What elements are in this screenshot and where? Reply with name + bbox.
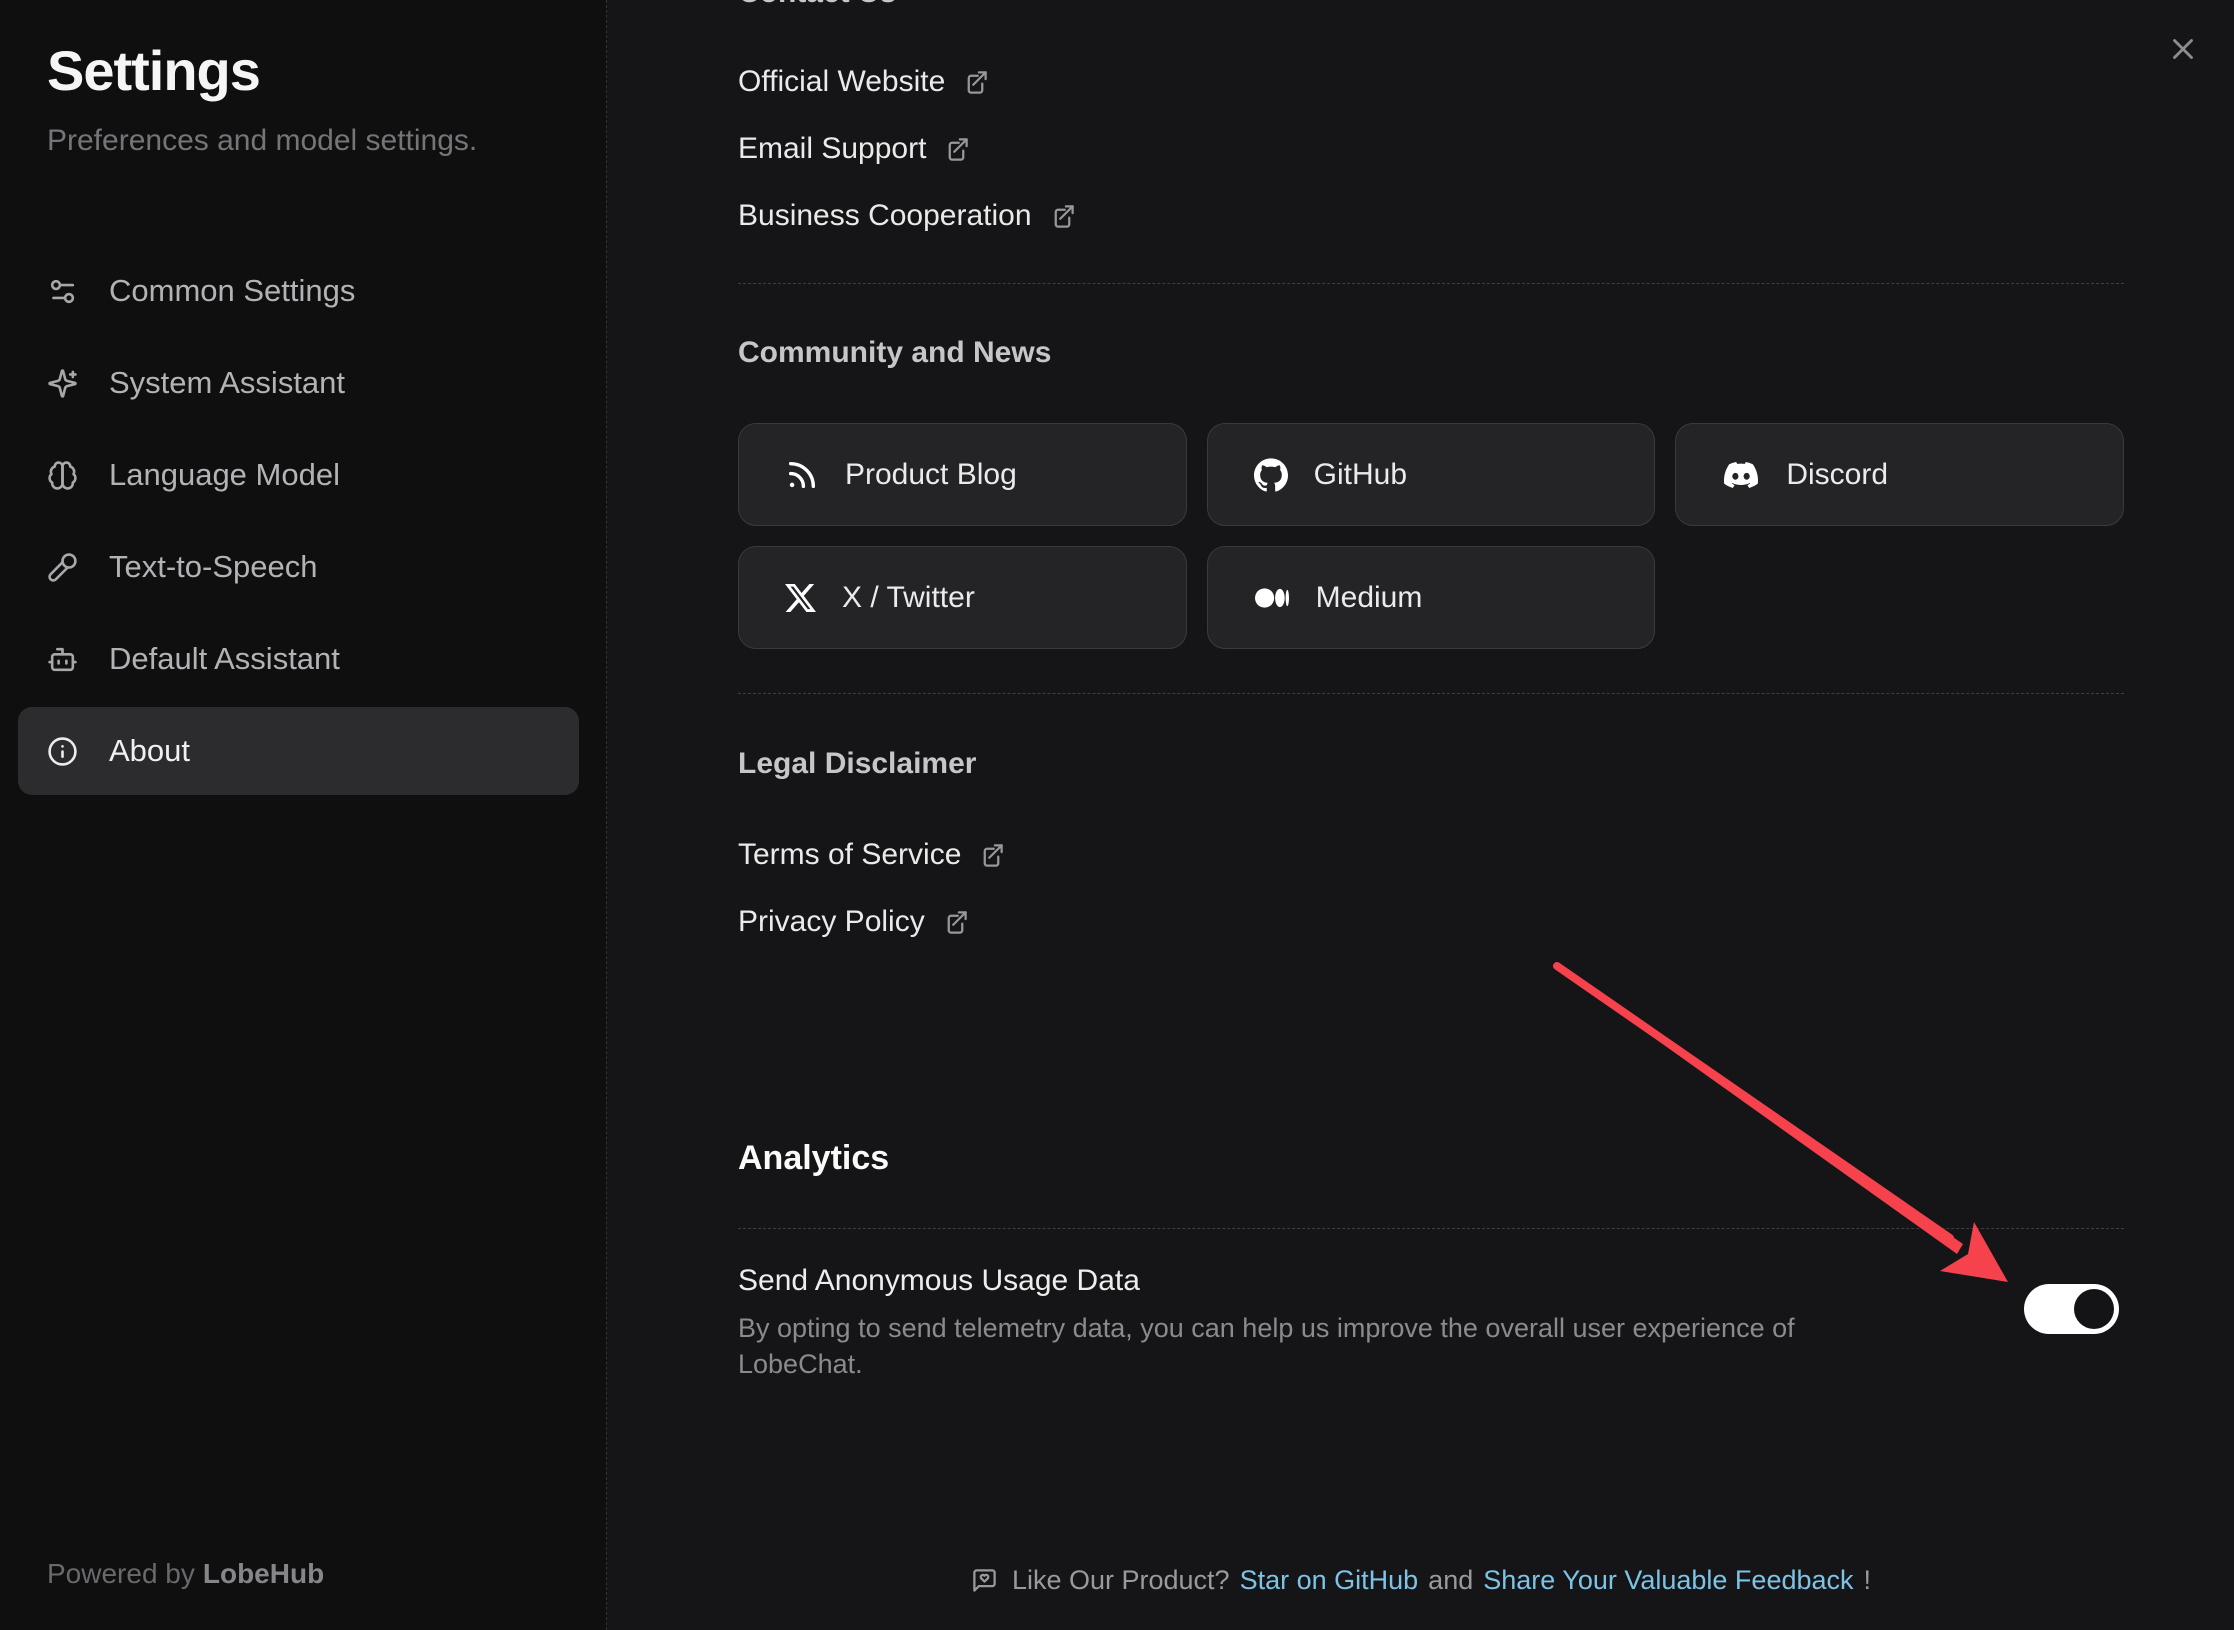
toggle-knob <box>2074 1289 2114 1329</box>
email-support-link[interactable]: Email Support <box>738 127 2124 171</box>
sidebar-item-text-to-speech[interactable]: Text-to-Speech <box>18 523 579 611</box>
sidebar-item-common-settings[interactable]: Common Settings <box>18 247 579 335</box>
link-label: Terms of Service <box>738 838 961 872</box>
telemetry-toggle[interactable] <box>2024 1284 2119 1334</box>
divider <box>738 693 2124 694</box>
sliders-icon <box>47 276 78 307</box>
sidebar-item-label: Text-to-Speech <box>109 549 318 585</box>
discord-button[interactable]: Discord <box>1675 423 2124 526</box>
product-blog-button[interactable]: Product Blog <box>738 423 1187 526</box>
github-button[interactable]: GitHub <box>1207 423 1656 526</box>
button-label: Product Blog <box>845 458 1017 492</box>
github-icon <box>1254 458 1288 492</box>
share-feedback-link[interactable]: Share Your Valuable Feedback <box>1483 1565 1853 1596</box>
rss-icon <box>785 458 819 492</box>
external-link-icon <box>942 909 969 936</box>
divider <box>738 1228 2124 1229</box>
button-label: X / Twitter <box>842 581 975 615</box>
button-label: Discord <box>1786 458 1888 492</box>
medium-icon <box>1254 581 1290 615</box>
powered-by-prefix: Powered by <box>47 1558 195 1589</box>
x-twitter-button[interactable]: X / Twitter <box>738 546 1187 649</box>
divider <box>738 283 2124 284</box>
sidebar-item-label: Language Model <box>109 457 340 493</box>
link-label: Privacy Policy <box>738 905 925 939</box>
external-link-icon <box>1049 203 1076 230</box>
sidebar-item-default-assistant[interactable]: Default Assistant <box>18 615 579 703</box>
external-link-icon <box>962 69 989 96</box>
sidebar-item-language-model[interactable]: Language Model <box>18 431 579 519</box>
telemetry-setting-description: By opting to send telemetry data, you ca… <box>738 1310 1918 1382</box>
sidebar-item-label: System Assistant <box>109 365 345 401</box>
privacy-policy-link[interactable]: Privacy Policy <box>738 900 2124 944</box>
official-website-link[interactable]: Official Website <box>738 60 2124 104</box>
footer-suffix: ! <box>1864 1565 1872 1596</box>
page-title: Settings <box>47 38 260 103</box>
powered-by-brand[interactable]: LobeHub <box>203 1558 324 1589</box>
close-icon[interactable] <box>2166 32 2200 66</box>
settings-sidebar: Settings Preferences and model settings.… <box>0 0 607 1630</box>
discord-icon <box>1722 458 1760 492</box>
button-label: GitHub <box>1314 458 1407 492</box>
contact-links: Official Website Email Support Business … <box>738 60 2124 261</box>
mic-icon <box>47 552 78 583</box>
community-buttons: Product Blog GitHub Discord X / Twitter … <box>738 423 2124 649</box>
sidebar-item-about[interactable]: About <box>18 707 579 795</box>
star-on-github-link[interactable]: Star on GitHub <box>1240 1565 1419 1596</box>
footer-prefix: Like Our Product? <box>1012 1565 1230 1596</box>
business-cooperation-link[interactable]: Business Cooperation <box>738 194 2124 238</box>
message-square-heart-icon <box>971 1567 998 1594</box>
external-link-icon <box>978 842 1005 869</box>
link-label: Official Website <box>738 65 945 99</box>
footer-conjunction: and <box>1428 1565 1473 1596</box>
external-link-icon <box>943 136 970 163</box>
sidebar-item-system-assistant[interactable]: System Assistant <box>18 339 579 427</box>
powered-by: Powered by LobeHub <box>47 1558 324 1590</box>
community-heading: Community and News <box>738 335 2124 371</box>
contact-us-heading: Contact Us <box>738 0 2124 11</box>
legal-links: Terms of Service Privacy Policy <box>738 833 2124 967</box>
sidebar-nav: Common Settings System Assistant Languag… <box>18 247 579 799</box>
telemetry-setting-label: Send Anonymous Usage Data <box>738 1262 2124 1300</box>
link-label: Business Cooperation <box>738 199 1032 233</box>
medium-button[interactable]: Medium <box>1207 546 1656 649</box>
bot-icon <box>47 644 78 675</box>
sidebar-item-label: About <box>109 733 190 769</box>
page-subtitle: Preferences and model settings. <box>47 124 477 158</box>
sidebar-item-label: Common Settings <box>109 273 355 309</box>
analytics-heading: Analytics <box>738 1138 2124 1178</box>
brain-icon <box>47 460 78 491</box>
sidebar-item-label: Default Assistant <box>109 641 340 677</box>
about-settings-panel: Contact Us Official Website Email Suppor… <box>608 0 2234 1630</box>
sparkles-icon <box>47 368 78 399</box>
button-label: Medium <box>1316 581 1423 615</box>
info-icon <box>47 736 78 767</box>
legal-heading: Legal Disclaimer <box>738 746 2124 782</box>
x-twitter-icon <box>785 581 816 615</box>
link-label: Email Support <box>738 132 926 166</box>
terms-of-service-link[interactable]: Terms of Service <box>738 833 2124 877</box>
footer: Like Our Product? Star on GitHub and Sha… <box>608 1560 2234 1600</box>
